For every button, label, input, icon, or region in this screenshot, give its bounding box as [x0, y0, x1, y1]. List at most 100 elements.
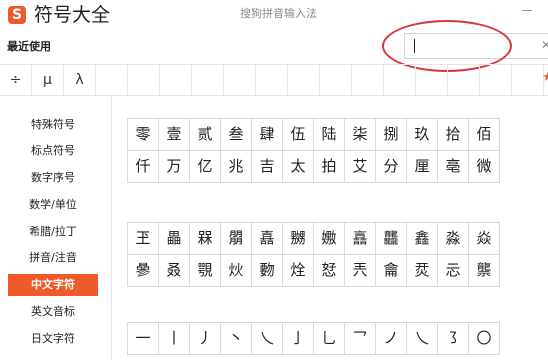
- recent-symbol-cell[interactable]: [256, 65, 288, 95]
- symbol-cell[interactable]: 厘: [407, 151, 438, 183]
- recent-symbol-cell[interactable]: [288, 65, 320, 95]
- symbol-cell[interactable]: ㇌: [438, 323, 469, 355]
- recent-symbol-cell[interactable]: [416, 65, 448, 95]
- symbol-cell[interactable]: 恏: [314, 255, 345, 287]
- symbol-cell[interactable]: 壹: [159, 119, 190, 151]
- sidebar-item-5[interactable]: 拼音/注音: [8, 247, 98, 269]
- ime-title: 搜狗拼音输入法: [240, 7, 317, 20]
- symbol-cell[interactable]: 乛: [345, 323, 376, 355]
- symbol-grid-strokes: 一丨丿丶乀亅乚乛ノ乀㇌〇: [127, 322, 500, 355]
- symbol-cell[interactable]: 仟: [128, 151, 159, 183]
- symbol-cell[interactable]: 兲: [345, 255, 376, 287]
- sidebar-item-8[interactable]: 日文字符: [8, 328, 98, 350]
- symbol-cell[interactable]: 拾: [438, 119, 469, 151]
- symbol-cell[interactable]: 叁: [221, 119, 252, 151]
- symbol-cell[interactable]: ノ: [376, 323, 407, 355]
- symbol-cell[interactable]: 太: [283, 151, 314, 183]
- symbol-cell[interactable]: 吉: [252, 151, 283, 183]
- close-icon[interactable]: ✕: [541, 37, 548, 53]
- symbol-cell[interactable]: 万: [159, 151, 190, 183]
- sidebar-item-3[interactable]: 数学/单位: [8, 194, 98, 216]
- recent-symbol-cell[interactable]: [192, 65, 224, 95]
- symbol-cell[interactable]: 鑫: [407, 223, 438, 255]
- symbol-cell[interactable]: 龠: [376, 255, 407, 287]
- symbol-cell[interactable]: 譶: [345, 223, 376, 255]
- symbol-cell[interactable]: 微: [469, 151, 500, 183]
- symbol-cell[interactable]: 焱: [469, 223, 500, 255]
- symbol-cell[interactable]: 炏: [221, 255, 252, 287]
- recent-symbol-cell[interactable]: [480, 65, 512, 95]
- symbol-grid-numerals: 零壹贰叁肆伍陆柒捌玖拾佰仟万亿兆吉太拍艾分厘亳微: [127, 118, 500, 183]
- symbol-cell[interactable]: 曑: [128, 255, 159, 287]
- app-title: 符号大全: [34, 4, 111, 26]
- recent-symbol-cell[interactable]: [224, 65, 256, 95]
- symbol-cell[interactable]: 玖: [407, 119, 438, 151]
- symbol-cell[interactable]: 佰: [469, 119, 500, 151]
- symbol-cell[interactable]: 龒: [469, 255, 500, 287]
- recent-symbol-cell[interactable]: ÷: [0, 65, 32, 95]
- recent-symbol-cell[interactable]: [128, 65, 160, 95]
- recent-symbol-cell[interactable]: [352, 65, 384, 95]
- category-sidebar: 特殊符号标点符号数字序号数学/单位希腊/拉丁拼音/注音中文字符英文音标日文字符: [0, 96, 112, 360]
- symbol-cell[interactable]: 覅: [252, 255, 283, 287]
- recent-label: 最近使用: [7, 40, 51, 53]
- symbol-cell[interactable]: 叒: [159, 255, 190, 287]
- symbol-cell[interactable]: 嚞: [252, 223, 283, 255]
- recent-symbol-cell[interactable]: λ: [64, 65, 96, 95]
- recent-symbol-cell[interactable]: [160, 65, 192, 95]
- symbol-cell[interactable]: 丿: [190, 323, 221, 355]
- symbol-cell[interactable]: 乚: [314, 323, 345, 355]
- symbol-cell[interactable]: 艾: [345, 151, 376, 183]
- symbol-cell[interactable]: 嫐: [314, 223, 345, 255]
- symbol-cell[interactable]: 一: [128, 323, 159, 355]
- symbol-cell[interactable]: 亿: [190, 151, 221, 183]
- symbol-cell[interactable]: 拍: [314, 151, 345, 183]
- symbol-window: S 符号大全 搜狗拼音输入法 最近使用 ✕ ÷ μ λ ★ 特殊符号标点符号数字序号…: [0, 0, 548, 360]
- star-icon[interactable]: ★: [542, 70, 548, 86]
- symbol-cell[interactable]: 肆: [252, 119, 283, 151]
- symbol-cell[interactable]: 兆: [221, 151, 252, 183]
- symbol-cell[interactable]: 烎: [407, 255, 438, 287]
- recent-symbol-cell[interactable]: [96, 65, 128, 95]
- symbol-cell[interactable]: 嬲: [283, 223, 314, 255]
- symbol-cell[interactable]: 乀: [252, 323, 283, 355]
- sidebar-item-7[interactable]: 英文音标: [8, 301, 98, 323]
- symbol-cell[interactable]: 丨: [159, 323, 190, 355]
- symbol-cell[interactable]: 忈: [438, 255, 469, 287]
- symbol-cell[interactable]: 丶: [221, 323, 252, 355]
- symbol-cell[interactable]: 伍: [283, 119, 314, 151]
- sidebar-item-1[interactable]: 标点符号: [8, 140, 98, 162]
- recent-symbol-cell[interactable]: [384, 65, 416, 95]
- symbol-cell[interactable]: 分: [376, 151, 407, 183]
- symbol-cell[interactable]: 槑: [190, 223, 221, 255]
- symbol-cell[interactable]: 柒: [345, 119, 376, 151]
- symbol-cell[interactable]: 亳: [438, 151, 469, 183]
- sidebar-divider: [111, 96, 112, 360]
- minimize-icon[interactable]: [520, 4, 534, 14]
- symbol-cell[interactable]: 亅: [283, 323, 314, 355]
- symbol-cell[interactable]: 畾: [159, 223, 190, 255]
- recent-symbol-cell[interactable]: [512, 65, 544, 95]
- symbol-cell[interactable]: 龘: [376, 223, 407, 255]
- symbol-cell[interactable]: 玊: [128, 223, 159, 255]
- sidebar-item-4[interactable]: 希腊/拉丁: [8, 221, 98, 243]
- symbol-cell[interactable]: 捌: [376, 119, 407, 151]
- recent-symbols-row: ÷ μ λ: [0, 64, 548, 96]
- symbol-cell[interactable]: 淼: [438, 223, 469, 255]
- symbol-cell[interactable]: 乀: [407, 323, 438, 355]
- sidebar-item-6[interactable]: 中文字符: [8, 274, 98, 296]
- symbol-cell[interactable]: 〇: [469, 323, 500, 355]
- symbol-cell[interactable]: 陆: [314, 119, 345, 151]
- sidebar-item-0[interactable]: 特殊符号: [8, 114, 98, 136]
- symbol-cell[interactable]: 贰: [190, 119, 221, 151]
- recent-symbol-cell[interactable]: [320, 65, 352, 95]
- sidebar-item-2[interactable]: 数字序号: [8, 167, 98, 189]
- symbol-cell[interactable]: 烇: [283, 255, 314, 287]
- symbol-cell[interactable]: 朤: [221, 223, 252, 255]
- recent-symbol-cell[interactable]: [448, 65, 480, 95]
- symbol-cell[interactable]: 覨: [190, 255, 221, 287]
- sogou-logo-icon: S: [8, 6, 26, 24]
- symbol-cell[interactable]: 零: [128, 119, 159, 151]
- symbol-grid-rare-chars: 玊畾槑朤嚞嬲嫐譶龘鑫淼焱曑叒覨炏覅烇恏兲龠烎忈龒: [127, 222, 500, 287]
- recent-symbol-cell[interactable]: μ: [32, 65, 64, 95]
